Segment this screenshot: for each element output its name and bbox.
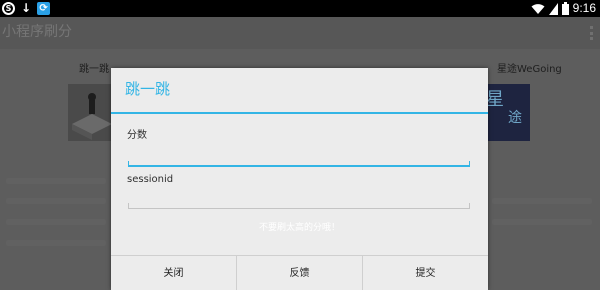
background-text-line: [6, 219, 106, 225]
status-icons-left: S ↓ ⟳: [2, 1, 51, 16]
signal-icon: [548, 2, 558, 15]
game-label-wegoing[interactable]: 星途WeGoing: [497, 63, 562, 77]
dialog-title: 跳一跳: [125, 80, 171, 98]
sync-icon: ⟳: [37, 2, 51, 15]
clock: 9:16: [572, 1, 596, 15]
close-button[interactable]: 关闭: [111, 256, 236, 290]
hint-text: 不要刷太高的分哦！: [258, 223, 340, 233]
sessionid-input-underline: [128, 203, 470, 209]
battery-icon: [561, 2, 569, 15]
background-text-line: [492, 198, 592, 204]
sogou-input-icon: S: [2, 2, 15, 15]
app-title: 小程序刷分: [2, 24, 72, 40]
overflow-menu-icon[interactable]: [590, 26, 594, 40]
game-label-jump[interactable]: 跳一跳: [79, 63, 109, 77]
submit-button[interactable]: 提交: [362, 256, 488, 290]
background-text-line: [6, 240, 106, 246]
status-icons-right: 9:16: [531, 1, 596, 16]
app-action-bar: [0, 17, 600, 49]
wegoing-game-icon[interactable]: 星 途: [486, 84, 530, 141]
dialog-button-bar: 关闭 反馈 提交: [111, 255, 488, 290]
download-icon: ↓: [21, 1, 32, 15]
background-text-line: [6, 178, 106, 184]
background-text-line: [6, 198, 106, 204]
status-bar: S ↓ ⟳ 9:16: [0, 0, 600, 17]
background-text-line: [492, 219, 592, 225]
score-input-underline: [128, 161, 470, 167]
dialog-title-divider: [111, 112, 488, 114]
score-dialog: 跳一跳 分数 sessionid 不要刷太高的分哦！ 关闭 反馈 提交: [111, 68, 488, 290]
jump-game-icon[interactable]: [68, 84, 114, 141]
wifi-icon: [531, 3, 545, 14]
score-label: 分数: [127, 130, 147, 141]
sessionid-input[interactable]: [128, 185, 470, 205]
feedback-button[interactable]: 反馈: [236, 256, 362, 290]
